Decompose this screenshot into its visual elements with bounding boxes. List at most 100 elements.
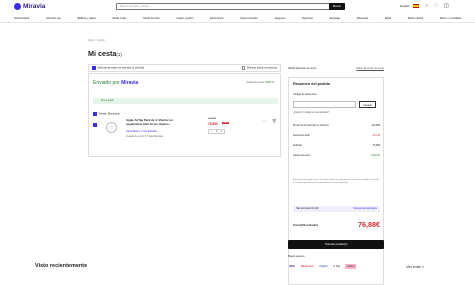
search-input[interactable]: Buscar artículos, marcas... (116, 3, 345, 10)
category-item[interactable]: Electrónica (210, 17, 223, 20)
summary-row-subtotal: Subtotal 76,88€ (293, 144, 380, 147)
page-title-text: Mi cesta (88, 49, 117, 58)
category-item[interactable]: Artículos top (46, 17, 61, 20)
quantity-stepper[interactable]: − 1 + (208, 129, 225, 134)
category-item[interactable]: Ofertas flash (14, 17, 29, 20)
shipment-cost-label: Gastos de envío: (246, 81, 266, 84)
secure-payments-label: Pagos seguros (288, 255, 305, 258)
spain-flag-icon[interactable] (413, 4, 420, 8)
category-item[interactable]: Mascotas (357, 17, 369, 20)
category-item[interactable]: Deportes (302, 17, 313, 20)
product-name[interactable]: Apple AirTag Pack de 4: Monitor un segui… (126, 118, 190, 126)
summary-row-label: Gastos de envío (293, 154, 311, 157)
shipment-brand: Miravia (121, 80, 139, 86)
coupon-help-link[interactable]: ¿Usará Tu código tu más aplicado? (293, 112, 329, 114)
select-all-label: Seleccionar todos los artículos (1 artíc… (97, 66, 145, 70)
order-summary: Resumen del pedido Código de descuento C… (288, 77, 384, 285)
delete-selected-button[interactable]: Eliminar todos los artículos (241, 66, 277, 70)
wishlist-heart-icon[interactable]: ♡ (263, 119, 267, 124)
page-title: Mi cesta(1) (88, 49, 122, 58)
category-item[interactable]: Supermercado (240, 17, 258, 20)
category-item[interactable]: Hogar y jardín (177, 17, 194, 20)
summary-row-value: 76,88€ (372, 144, 380, 147)
shipment-cost: Gastos de envío: GRATIS (247, 81, 274, 84)
recently-viewed-title: Visto recientemente (35, 263, 88, 269)
selection-bar: Seleccionar todos los artículos (1 artíc… (88, 64, 281, 72)
summary-row-items: Precio de los artículos (1 artículo) 119,… (293, 124, 380, 127)
klarna-icon: Klarna (345, 264, 357, 269)
category-item[interactable]: Moda infantil (408, 17, 423, 20)
summary-row-value: GRATIS (371, 154, 380, 157)
summary-row-shipping: Gastos de envío GRATIS (293, 154, 380, 157)
cart-card: Enviado por Miravia Gastos de envío: GRA… (88, 73, 281, 157)
increase-button[interactable]: + (219, 130, 224, 133)
summary-title: Resumen del pedido (293, 82, 331, 86)
coupon-label: Código de descuento (293, 93, 317, 96)
shipment-cost-value: GRATIS (265, 81, 274, 84)
airtag-image (106, 122, 117, 133)
total-value: 76,88€ (358, 220, 380, 229)
edit-address-link[interactable]: Editar dirección de envío (356, 67, 384, 70)
summary-column: Añadir dirección de envío Editar direcci… (288, 64, 384, 285)
savings-box: Has ahorrado 43,11€ Descuentos aplicados (293, 206, 380, 212)
cart-count: (1) (116, 52, 122, 57)
see-all-link[interactable]: Ver más > (406, 264, 424, 269)
trash-icon[interactable]: 🗑 (272, 119, 276, 123)
order-total: Total (IVA incluido) 76,88€ (293, 220, 380, 229)
checkout-button[interactable]: Tramitar pedido(1) (288, 240, 384, 249)
product-image[interactable] (103, 119, 120, 136)
coupon-apply-button[interactable]: Canjear (359, 101, 376, 108)
payment-methods: VISA Mastercard PayPal G Pay Klarna (288, 264, 357, 269)
category-nav: Ofertas flash Artículos top Belleza y sa… (0, 15, 475, 23)
product-offer-tag: Oferta Black | 1 más aplicados (126, 131, 158, 133)
user-icon[interactable]: ○ (423, 3, 429, 9)
gpay-icon: G Pay (333, 265, 341, 268)
breadcrumb[interactable]: Inicio > Carrito (88, 39, 105, 42)
address-bar: Añadir dirección de envío Editar direcci… (288, 64, 384, 72)
product-checkbox[interactable] (93, 123, 97, 127)
logo-icon (14, 3, 21, 10)
summary-row-label: Descuento total (293, 134, 310, 137)
delete-selected-label: Eliminar todos los artículos (247, 66, 277, 70)
store-checkbox[interactable] (93, 112, 97, 116)
coupon-input[interactable] (293, 101, 356, 108)
visa-icon: VISA (289, 265, 295, 268)
store-label: Tienda: Electrojoin (98, 112, 120, 116)
summary-note: El precio final puede variar. Los descue… (293, 179, 380, 184)
savings-link[interactable]: Descuentos aplicados (354, 206, 377, 212)
paypal-icon: PayPal (319, 265, 328, 268)
summary-row-label: Subtotal (293, 144, 302, 147)
add-address-link[interactable]: Añadir dirección de envío (288, 67, 316, 70)
discount-badge: -36% (222, 122, 230, 124)
select-all[interactable]: Seleccionar todos los artículos (1 artíc… (92, 66, 144, 70)
category-item[interactable]: Moda mujer (112, 17, 126, 20)
category-item[interactable]: Bebé (385, 17, 391, 20)
category-item[interactable]: Moda hombre (143, 17, 160, 20)
summary-row-discount[interactable]: Descuento total -43,11€ (293, 134, 380, 137)
language-label[interactable]: Español (400, 5, 409, 8)
shipment-prefix: Enviado por (93, 80, 122, 86)
heart-icon[interactable]: ♡ (433, 3, 439, 9)
free-shipping-banner: Envío gratis (93, 98, 278, 104)
logo-text: Miravia (23, 3, 46, 10)
search-button[interactable]: Buscar (329, 3, 345, 10)
product-delivery: Llegada de envío: 5-7 días laborales (126, 136, 164, 138)
store-name[interactable]: Tienda: Electrojoin (93, 112, 120, 116)
search-placeholder: Buscar artículos, marcas... (120, 5, 151, 8)
header: Miravia Buscar artículos, marcas... Busc… (0, 0, 475, 15)
category-item[interactable]: Belleza y salud (78, 17, 96, 20)
cart-icon[interactable]: ◫ (443, 3, 449, 9)
logo[interactable]: Miravia (14, 3, 45, 10)
category-item[interactable]: Equipaje (330, 17, 340, 20)
summary-row-label: Precio de los artículos (1 artículo) (293, 124, 329, 127)
header-actions: Español ○ ♡ ◫ (400, 3, 449, 9)
product-price: 76,88€ (208, 122, 218, 126)
category-item[interactable]: Motor y movilidad (440, 17, 461, 20)
mastercard-icon: Mastercard (300, 265, 314, 268)
category-item[interactable]: Juguetes (274, 17, 285, 20)
shipment-header: Enviado por Miravia (93, 80, 138, 86)
delete-checkbox[interactable] (241, 66, 246, 70)
select-all-checkbox[interactable] (92, 66, 96, 70)
summary-row-value: 119,99€ (371, 124, 380, 127)
product-old-price: 119,99€ (208, 118, 217, 120)
